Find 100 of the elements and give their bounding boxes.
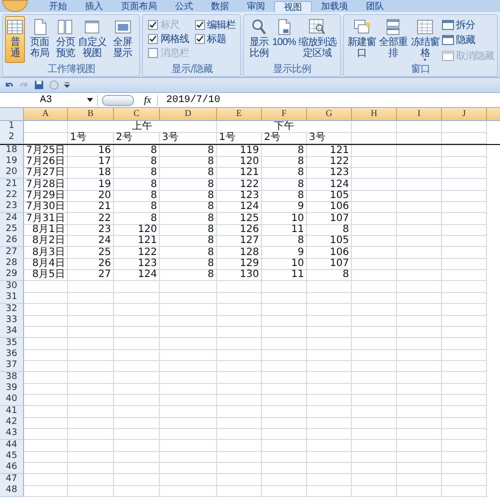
column-header[interactable]: C: [114, 108, 160, 120]
column-header[interactable]: I: [397, 108, 442, 120]
empty-cell: [307, 428, 352, 440]
column-header[interactable]: E: [217, 108, 262, 120]
row-header[interactable]: 44: [0, 440, 24, 452]
table-cell: 8: [114, 156, 160, 168]
ribbon-tab[interactable]: 插入: [76, 1, 112, 12]
row-header[interactable]: 32: [0, 304, 24, 316]
row-header[interactable]: 43: [0, 428, 24, 440]
ribbon-tab[interactable]: 视图: [274, 1, 312, 12]
ribbon-button[interactable]: 冻结窗格: [409, 16, 441, 63]
row-header[interactable]: 40: [0, 394, 24, 406]
row-header[interactable]: 29: [0, 269, 24, 282]
row-header[interactable]: 31: [0, 292, 24, 304]
empty-cell: [352, 428, 397, 440]
empty-cell: [307, 485, 352, 497]
row-header[interactable]: 28: [0, 258, 24, 270]
row-header[interactable]: 35: [0, 338, 24, 350]
ribbon-button[interactable]: 新建窗口: [346, 16, 378, 63]
checkbox[interactable]: 编辑栏: [194, 18, 236, 32]
table-cell: 124: [307, 178, 352, 191]
row-header[interactable]: 22: [0, 190, 24, 202]
circle-icon[interactable]: [49, 80, 59, 90]
splitter-handle[interactable]: [102, 94, 134, 106]
column-header[interactable]: G: [307, 108, 352, 120]
row-header[interactable]: 37: [0, 360, 24, 372]
ribbon-tab[interactable]: 页面布局: [112, 1, 166, 12]
column-header[interactable]: H: [352, 108, 397, 120]
row-header[interactable]: 48: [0, 485, 24, 497]
column-header[interactable]: F: [262, 108, 307, 120]
empty-cell: [442, 474, 487, 486]
ribbon-tab[interactable]: 团队: [357, 1, 393, 12]
customize-icon[interactable]: [64, 82, 70, 88]
row-header[interactable]: 1: [0, 121, 24, 133]
empty-cell: [307, 440, 352, 452]
row-header[interactable]: 39: [0, 382, 24, 395]
row-header[interactable]: 18: [0, 144, 24, 157]
empty-cell: [397, 462, 442, 474]
ribbon-button[interactable]: 普通: [5, 16, 25, 63]
ribbon-small-button[interactable]: 拆分: [440, 18, 495, 32]
row-header[interactable]: 27: [0, 246, 24, 259]
row-header[interactable]: 19: [0, 156, 24, 168]
empty-cell: [114, 348, 160, 361]
row-header[interactable]: 33: [0, 314, 24, 327]
row-header[interactable]: 24: [0, 212, 24, 225]
table-cell: 121: [307, 144, 352, 157]
row-header[interactable]: 23: [0, 201, 24, 214]
ribbon-small-button[interactable]: 隐藏: [440, 33, 495, 48]
row-header[interactable]: 41: [0, 406, 24, 418]
empty-cell: [217, 314, 262, 327]
row-header[interactable]: 26: [0, 235, 24, 248]
ribbon-button[interactable]: 显示比例: [246, 16, 272, 63]
ribbon-button[interactable]: 100%: [271, 16, 297, 63]
ribbon-button[interactable]: 全屏显示: [108, 16, 138, 63]
row-header[interactable]: 21: [0, 178, 24, 191]
row-header[interactable]: 46: [0, 462, 24, 474]
caret-icon: [87, 98, 93, 102]
row-header[interactable]: 38: [0, 372, 24, 384]
empty-cell: [114, 280, 160, 293]
row-header[interactable]: 30: [0, 280, 24, 293]
ribbon-tab[interactable]: 开始: [40, 1, 76, 12]
ribbon-tab[interactable]: 公式: [166, 1, 202, 12]
row-header[interactable]: 25: [0, 224, 24, 236]
table-cell: 128: [217, 246, 262, 259]
ribbon-button[interactable]: 自定义视图: [76, 16, 108, 63]
empty-cell: [352, 440, 397, 452]
column-header[interactable]: J: [442, 108, 487, 120]
select-all-corner[interactable]: [0, 108, 24, 120]
table-cell: 129: [217, 258, 262, 270]
table-cell: 8: [114, 167, 160, 180]
office-button[interactable]: [2, 0, 28, 12]
function-label[interactable]: fx: [138, 94, 158, 106]
ribbon-button[interactable]: 页面布局: [25, 16, 54, 63]
row-header[interactable]: 2: [0, 132, 24, 144]
row-header[interactable]: 34: [0, 326, 24, 338]
row-header[interactable]: 20: [0, 167, 24, 180]
checkbox[interactable]: 网格线: [148, 32, 189, 46]
name-box[interactable]: A3: [0, 94, 98, 106]
ribbon-tab[interactable]: 数据: [202, 1, 238, 12]
column-header[interactable]: B: [68, 108, 114, 120]
empty-cell: [262, 485, 307, 497]
ribbon-tab[interactable]: 加载项: [312, 1, 357, 12]
ribbon-button[interactable]: 分页预览: [54, 16, 76, 63]
row-header[interactable]: 42: [0, 416, 24, 429]
row-header[interactable]: 47: [0, 474, 24, 486]
ribbon-button[interactable]: 全部重排: [378, 16, 410, 63]
empty-cell: [442, 416, 487, 429]
empty-cell: [114, 314, 160, 327]
column-header[interactable]: D: [160, 108, 217, 120]
checkbox[interactable]: 标题: [194, 32, 236, 46]
table-cell: 8月5日: [24, 269, 68, 282]
group-label: 窗口: [410, 63, 431, 76]
row-header[interactable]: 45: [0, 450, 24, 463]
formula-field[interactable]: 2019/7/10: [162, 94, 500, 106]
empty-cell: [160, 348, 217, 361]
ribbon-tab[interactable]: 审阅: [238, 1, 274, 12]
save-icon[interactable]: [34, 80, 44, 90]
ribbon-button[interactable]: 缩放到选定区域: [296, 16, 338, 63]
row-header[interactable]: 36: [0, 348, 24, 361]
column-header[interactable]: A: [24, 108, 68, 120]
